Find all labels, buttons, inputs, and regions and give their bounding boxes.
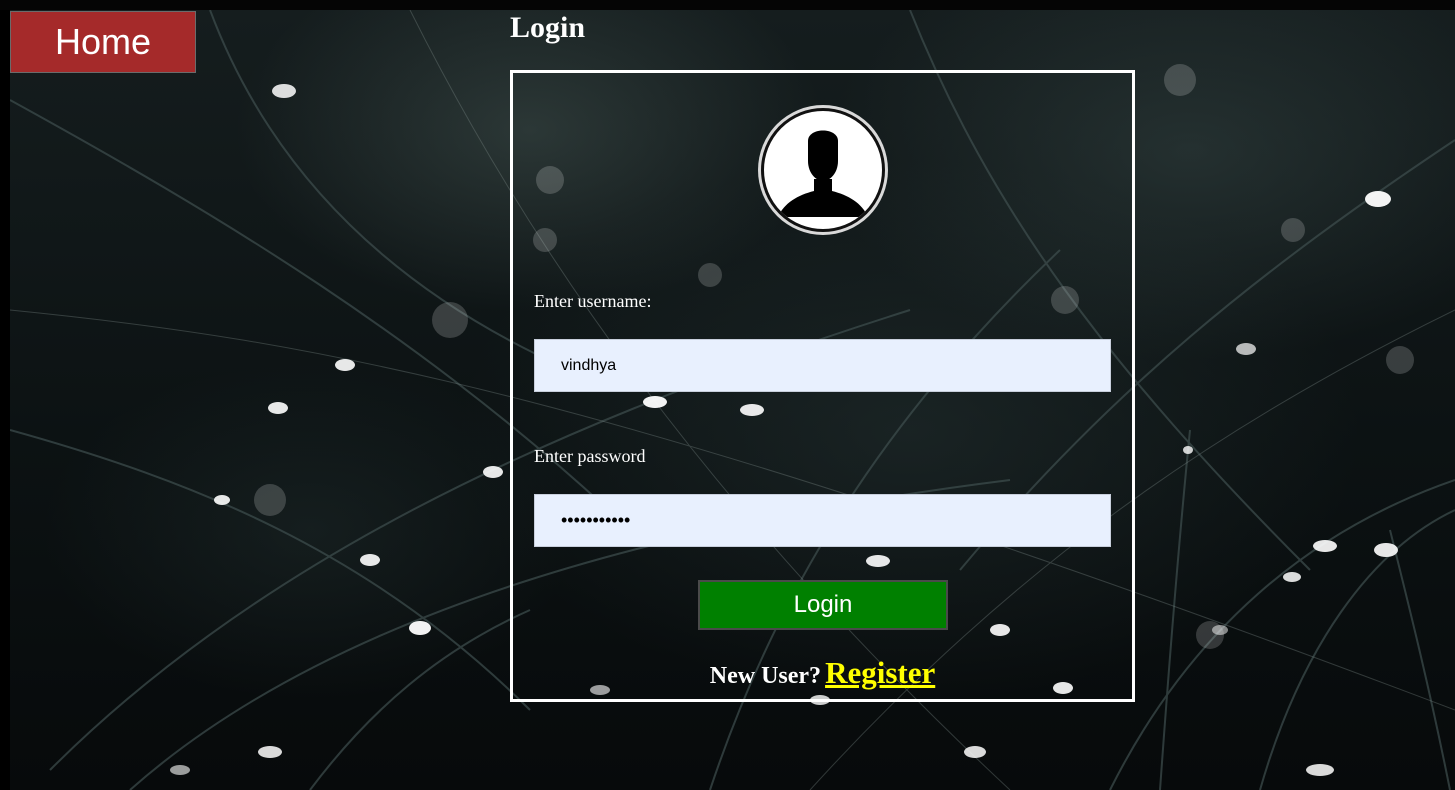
register-prompt: New User? Register [513,655,1132,691]
login-button[interactable]: Login [698,580,948,630]
top-strip [0,0,1455,10]
avatar [758,105,888,235]
register-link[interactable]: Register [825,655,935,690]
home-button[interactable]: Home [10,11,196,73]
username-field[interactable] [534,339,1111,392]
password-field[interactable] [534,494,1111,547]
page-title: Login [510,11,586,44]
username-label: Enter username: [534,291,652,311]
user-silhouette-icon [761,108,885,232]
login-form-box: Enter username: Enter password Login New… [510,70,1135,702]
new-user-text: New User? [709,663,822,689]
password-label: Enter password [534,446,646,466]
